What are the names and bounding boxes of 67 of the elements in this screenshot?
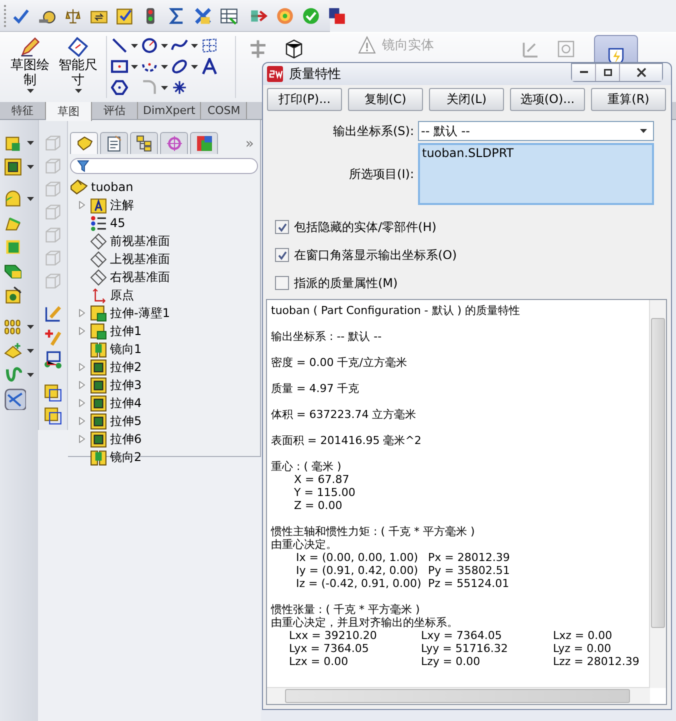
report-value: Z = 0.00	[294, 499, 344, 512]
report-value: Py = 35802.51	[428, 564, 511, 577]
report-line: 表面积 = 201416.95 毫米^2	[271, 434, 422, 447]
ribbon-button[interactable]: 草图绘制	[6, 33, 54, 99]
checkbox-label: 在窗口角落显示输出坐标系(O)	[294, 246, 457, 264]
report-line: 输出坐标系 : -- 默认 --	[271, 330, 383, 343]
tree-item[interactable]: 拉伸3	[110, 376, 142, 394]
report-value: Pz = 55124.01	[428, 577, 510, 590]
report-note: 由重心决定。	[271, 538, 338, 551]
tree-item[interactable]: 拉伸4	[110, 394, 142, 412]
dialog-button[interactable]: 选项(O)...	[510, 88, 585, 111]
report-line: 质量 = 4.97 千克	[271, 382, 360, 395]
report-value: Lzy = 0.00	[421, 655, 482, 668]
tree-item[interactable]: 注解	[110, 196, 134, 214]
report-value: Lxx = 39210.20	[289, 629, 378, 642]
report-value: Iy = (0.91, 0.42, 0.00)	[296, 564, 420, 577]
dialog-button[interactable]: 复制(C)	[348, 88, 423, 111]
report-line: 体积 = 637223.74 立方毫米	[271, 408, 418, 421]
field-label: 所选项目(I):	[348, 166, 415, 182]
command-tab[interactable]: COSM	[201, 102, 248, 119]
report-value: Lzx = 0.00	[289, 655, 350, 668]
report-value: Px = 28012.39	[428, 551, 511, 564]
tree-item[interactable]: 镜向2	[110, 448, 142, 466]
command-tab[interactable]: 特征	[0, 102, 46, 119]
tree-item[interactable]: 拉伸2	[110, 358, 142, 376]
command-tab[interactable]: 评估	[92, 102, 138, 119]
tree-item[interactable]: 拉伸5	[110, 412, 142, 430]
dialog-button[interactable]: 关闭(L)	[429, 88, 504, 111]
report-line: tuoban ( Part Configuration - 默认 ) 的质量特性	[271, 304, 522, 317]
dialog-title: 质量特性	[289, 66, 341, 83]
report-value: X = 67.87	[294, 473, 350, 486]
dialog-button[interactable]: 重算(R)	[591, 88, 666, 111]
tree-item[interactable]: 拉伸-薄壁1	[110, 304, 170, 322]
report-value: Ix = (0.00, 0.00, 1.00)	[296, 551, 420, 564]
tree-item[interactable]: 右视基准面	[110, 268, 170, 286]
tree-item[interactable]: 拉伸6	[110, 430, 142, 448]
report-value: Lyy = 51716.32	[421, 642, 509, 655]
selected-items-list[interactable]: tuoban.SLDPRT	[418, 143, 654, 205]
report-value: Lyx = 7364.05	[289, 642, 370, 655]
report-heading: 重心 : ( 毫米 )	[271, 460, 342, 473]
report-value: Y = 115.00	[294, 486, 356, 499]
report-value: Lxy = 7364.05	[421, 629, 503, 642]
command-tab[interactable]: DimXpert	[138, 102, 202, 119]
field-label: 输出坐标系(S):	[332, 122, 415, 140]
tree-item[interactable]: 拉伸1	[110, 322, 142, 340]
tree-item[interactable]: 45	[110, 216, 126, 230]
report-value: Iz = (-0.42, 0.91, 0.00)	[296, 577, 422, 590]
tree-item[interactable]: 镜向1	[110, 340, 142, 358]
ribbon-button[interactable]: 智能尺寸	[54, 33, 102, 99]
checkbox-label: 包括隐藏的实体/零部件(H)	[294, 218, 436, 236]
report-value: Lzz = 28012.39	[553, 655, 640, 668]
report-value: Lyz = 0.00	[553, 642, 612, 655]
more-tabs-button[interactable]: »	[239, 136, 260, 154]
command-tab[interactable]: 草图	[46, 102, 92, 121]
report-line: 密度 = 0.00 千克/立方毫米	[271, 356, 408, 369]
tree-item[interactable]: 前视基准面	[110, 232, 170, 250]
list-item[interactable]: tuoban.SLDPRT	[422, 146, 650, 160]
tree-item[interactable]: 上视基准面	[110, 250, 170, 268]
tree-item[interactable]: tuoban	[91, 180, 134, 194]
coordinate-system-dropdown[interactable]: -- 默认 --	[418, 121, 654, 141]
report-heading: 惯性主轴和惯性力矩 : ( 千克 * 平方毫米 )	[271, 525, 476, 538]
report-value: Lxz = 0.00	[553, 629, 614, 642]
tree-item[interactable]: 原点	[110, 286, 134, 304]
dialog-button[interactable]: 打印(P)...	[267, 88, 342, 111]
checkbox-label: 指派的质量属性(M)	[294, 274, 398, 292]
report-heading: 惯性张量 : ( 千克 * 平方毫米 )	[271, 603, 421, 616]
report-note: 由重心决定，并且对齐输出的坐标系。	[271, 616, 459, 629]
